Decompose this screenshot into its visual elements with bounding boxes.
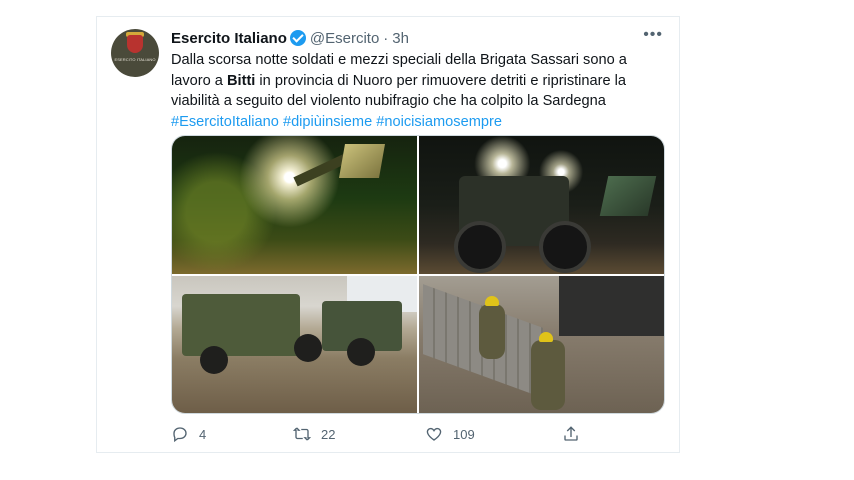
heart-icon	[426, 427, 442, 441]
soldier	[531, 339, 565, 410]
reply-icon	[173, 427, 187, 443]
tweet-text: Dalla scorsa notte soldati e mezzi speci…	[171, 50, 661, 132]
verified-badge-icon	[289, 30, 306, 46]
truck-wheel	[347, 337, 375, 366]
reply-button[interactable]: 4	[171, 425, 206, 443]
reply-count: 4	[199, 426, 207, 442]
photo-military-trucks[interactable]	[172, 275, 417, 413]
photo-soldiers-debris[interactable]	[419, 275, 664, 413]
media-grid	[171, 135, 665, 414]
more-options-icon[interactable]: •••	[643, 27, 663, 43]
tweet-hashtags[interactable]: #EsercitoItaliano #dipiùinsieme #noicisi…	[171, 114, 502, 130]
truck-wheel	[294, 333, 322, 362]
tweet-card[interactable]: ESERCITO ITALIANO Esercito Italiano @Ese…	[96, 16, 680, 453]
excavator-bucket	[339, 144, 385, 178]
retweet-icon	[293, 427, 311, 441]
like-button[interactable]: 109	[425, 425, 475, 443]
avatar[interactable]: ESERCITO ITALIANO	[111, 29, 159, 77]
share-button[interactable]	[562, 425, 580, 443]
tweet-time[interactable]: 3h	[392, 30, 409, 47]
loader-wheel	[539, 221, 591, 273]
soldier	[479, 303, 505, 359]
author-name[interactable]: Esercito Italiano	[171, 30, 287, 47]
loader-bucket	[599, 176, 657, 216]
truck-rear	[559, 275, 664, 336]
crest-shield-icon	[127, 35, 143, 53]
loader-wheel	[454, 221, 506, 273]
separator-dot: ·	[383, 29, 389, 47]
share-icon	[564, 426, 578, 441]
tweet-text-bold: Bitti	[226, 72, 256, 89]
photo-loader-night[interactable]	[419, 136, 664, 274]
tweet-actions: 4 22 109	[171, 425, 665, 445]
helmet	[485, 295, 499, 306]
author-handle[interactable]: @Esercito	[310, 30, 379, 47]
photo-excavator-night[interactable]	[172, 136, 417, 274]
military-truck	[182, 293, 300, 356]
avatar-logo-text: ESERCITO ITALIANO	[114, 57, 156, 62]
helmet	[539, 331, 553, 342]
retweet-count: 22	[321, 426, 336, 442]
tweet-header: Esercito Italiano @Esercito · 3h	[171, 28, 409, 48]
like-count: 109	[453, 426, 475, 442]
retweet-button[interactable]: 22	[293, 425, 335, 443]
truck-wheel	[200, 345, 228, 374]
